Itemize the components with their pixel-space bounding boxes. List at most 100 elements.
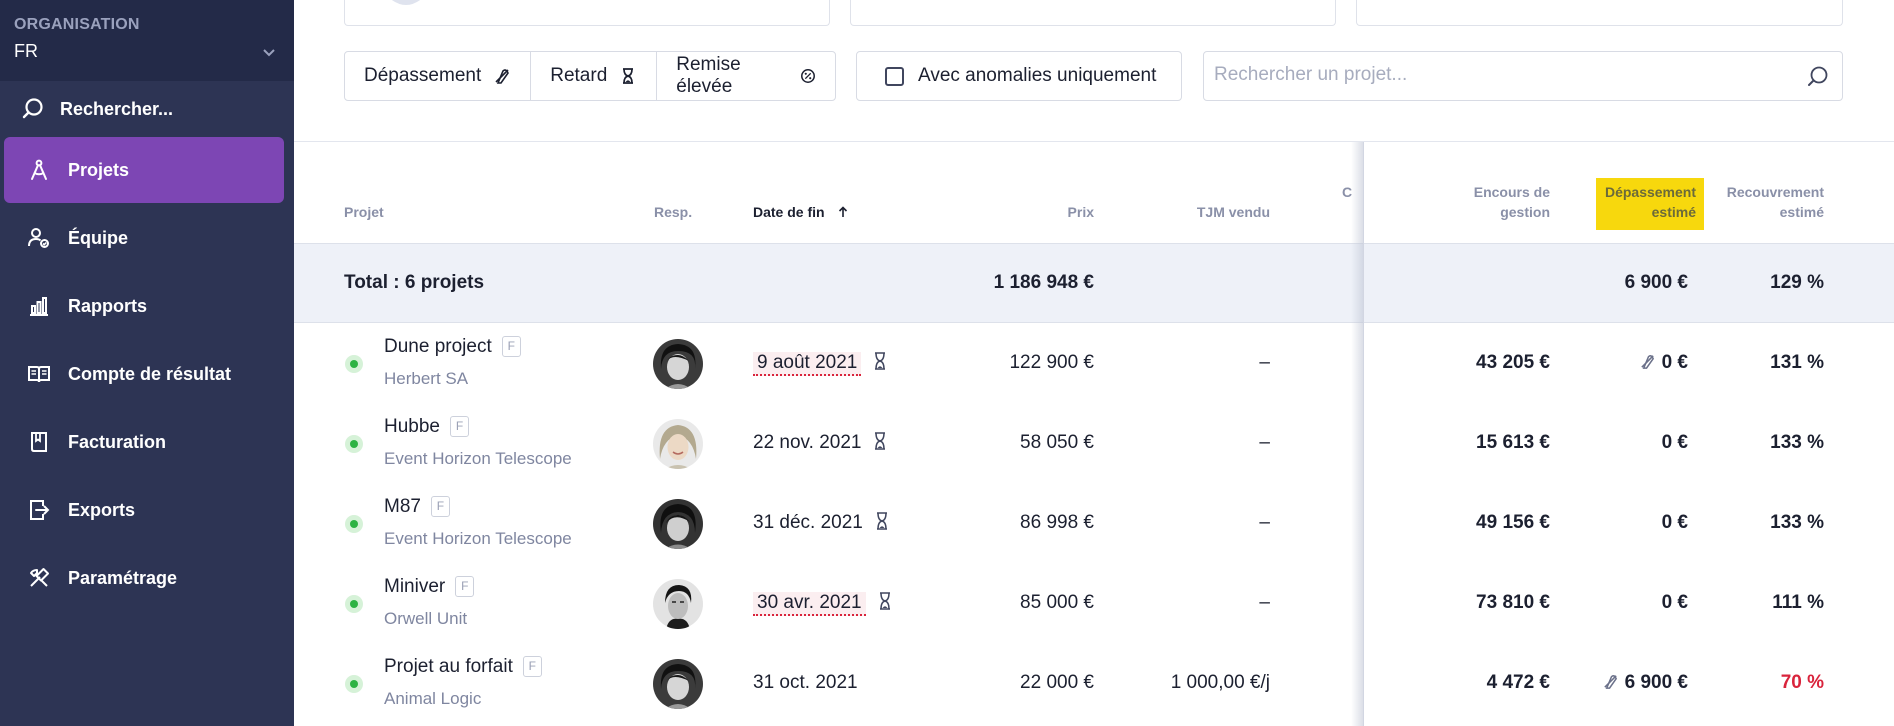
top-summary-card	[344, 0, 830, 26]
filter-depassement-button[interactable]: Dépassement	[345, 52, 532, 100]
total-row: Total : 6 projets 1 186 948 € 6 900 € 12…	[294, 243, 1894, 323]
sidebar-item-compte-de-resultat[interactable]: Compte de résultat	[4, 341, 284, 407]
project-name-text: Dune project	[384, 336, 492, 357]
sidebar-item-label: Compte de résultat	[68, 363, 232, 384]
end-date-text: 9 août 2021	[753, 352, 862, 376]
anomaly-filter-group: Dépassement Retard Remise élevée	[344, 51, 836, 101]
search-icon[interactable]	[1806, 65, 1830, 89]
sticky-column-divider	[1363, 142, 1364, 726]
project-search	[1203, 51, 1843, 101]
avatar[interactable]	[653, 339, 703, 389]
column-header-tjm-vendu[interactable]: TJM vendu	[1070, 202, 1270, 222]
project-name[interactable]: M87 F	[384, 496, 450, 518]
status-dot	[345, 675, 363, 693]
column-header-recouvrement[interactable]: Recouvrement estimé	[1604, 182, 1824, 222]
end-date: 31 déc. 2021	[753, 512, 889, 534]
sidebar-item-projets[interactable]: Projets	[4, 137, 284, 203]
project-search-input[interactable]	[1214, 52, 1774, 98]
sidebar-item-parametrage[interactable]: Paramétrage	[4, 545, 284, 611]
price: 22 000 €	[1020, 672, 1094, 693]
project-name-text: Miniver	[384, 576, 446, 597]
total-label: Total : 6 projets	[344, 272, 485, 293]
end-date-text: 31 déc. 2021	[753, 512, 863, 533]
sidebar-search[interactable]: Rechercher...	[0, 81, 294, 137]
projects-table: Projet Resp. Date de fin Prix TJM vendu …	[294, 142, 1894, 726]
recouvrement: 111 %	[1772, 592, 1824, 613]
top-summary-card	[1356, 0, 1843, 26]
tjm-vendu: –	[1259, 352, 1270, 373]
column-header-resp[interactable]: Resp.	[654, 202, 692, 222]
sidebar-item-facturation[interactable]: Facturation	[4, 409, 284, 475]
sidebar-search-label: Rechercher...	[60, 98, 174, 119]
compass-icon	[26, 157, 52, 183]
project-name[interactable]: Miniver F	[384, 576, 475, 598]
recouvrement: 131 %	[1770, 352, 1824, 373]
hourglass-icon	[876, 512, 887, 530]
total-price: 1 186 948 €	[993, 272, 1094, 293]
end-date: 30 avr. 2021	[753, 592, 892, 616]
client-name: Animal Logic	[384, 689, 482, 708]
project-name-text: M87	[384, 496, 421, 517]
column-header-projet[interactable]: Projet	[344, 202, 384, 222]
avatar[interactable]	[653, 419, 703, 469]
filter-retard-button[interactable]: Retard	[531, 52, 658, 100]
hourglass-icon	[875, 432, 886, 450]
sidebar-item-label: Exports	[68, 499, 136, 520]
book-icon	[26, 361, 52, 387]
chevron-down-icon[interactable]	[262, 48, 276, 58]
avatar[interactable]	[653, 579, 703, 629]
export-icon	[26, 497, 52, 523]
fixed-price-badge: F	[522, 656, 542, 677]
status-dot	[345, 435, 363, 453]
end-date-text: 30 avr. 2021	[753, 592, 866, 616]
team-icon	[26, 225, 52, 251]
discount-icon	[801, 69, 815, 83]
client-name: Event Horizon Telescope	[384, 449, 572, 468]
invoice-icon	[26, 429, 52, 455]
column-header-prix[interactable]: Prix	[894, 202, 1094, 222]
top-summary-card	[850, 0, 1336, 26]
filter-label: Retard	[550, 65, 608, 86]
sort-ascending-icon[interactable]	[838, 206, 848, 218]
tjm-vendu: 1 000,00 €/j	[1170, 672, 1270, 693]
column-header-line: estimé	[1779, 204, 1824, 220]
project-name[interactable]: Hubbe F	[384, 416, 469, 438]
filter-label: Remise élevée	[676, 54, 741, 97]
client-name: Orwell Unit	[384, 609, 468, 628]
price: 85 000 €	[1020, 592, 1094, 613]
recouvrement: 133 %	[1770, 512, 1824, 533]
search-icon	[20, 96, 46, 122]
checkbox[interactable]	[885, 66, 904, 86]
sidebar-item-equipe[interactable]: Équipe	[4, 205, 284, 271]
client-name: Event Horizon Telescope	[384, 529, 572, 548]
tjm-vendu: –	[1259, 592, 1270, 613]
column-header-label: Date de fin	[753, 204, 825, 220]
bar-chart-icon	[26, 293, 52, 319]
sidebar-item-label: Rapports	[68, 295, 148, 316]
status-dot	[345, 595, 363, 613]
avatar[interactable]	[653, 659, 703, 709]
price: 86 998 €	[1020, 512, 1094, 533]
fixed-price-badge: F	[455, 576, 475, 597]
hourglass-icon	[623, 68, 634, 84]
project-name[interactable]: Dune project F	[384, 336, 521, 358]
end-date: 31 oct. 2021	[753, 672, 858, 693]
project-name-text: Projet au forfait	[384, 656, 513, 677]
fixed-price-badge: F	[450, 416, 469, 437]
sidebar-item-label: Facturation	[68, 431, 167, 452]
organisation-label: ORGANISATION	[14, 16, 140, 33]
avatar-placeholder-icon	[391, 0, 421, 5]
price: 122 900 €	[1009, 352, 1094, 373]
avatar[interactable]	[653, 499, 703, 549]
organisation-switcher[interactable]: ORGANISATION FR	[0, 0, 294, 81]
end-date-text: 22 nov. 2021	[753, 432, 862, 453]
anomalies-only-checkbox[interactable]: Avec anomalies uniquement	[856, 51, 1182, 101]
sidebar-item-rapports[interactable]: Rapports	[4, 273, 284, 339]
column-header-date-de-fin[interactable]: Date de fin	[753, 202, 848, 222]
sidebar-item-exports[interactable]: Exports	[4, 477, 284, 543]
fixed-price-badge: F	[430, 496, 450, 517]
total-recouvrement: 129 %	[1770, 272, 1824, 293]
project-name[interactable]: Projet au forfait F	[384, 656, 542, 678]
fixed-price-badge: F	[501, 336, 521, 357]
filter-remise-button[interactable]: Remise élevée	[657, 52, 835, 100]
